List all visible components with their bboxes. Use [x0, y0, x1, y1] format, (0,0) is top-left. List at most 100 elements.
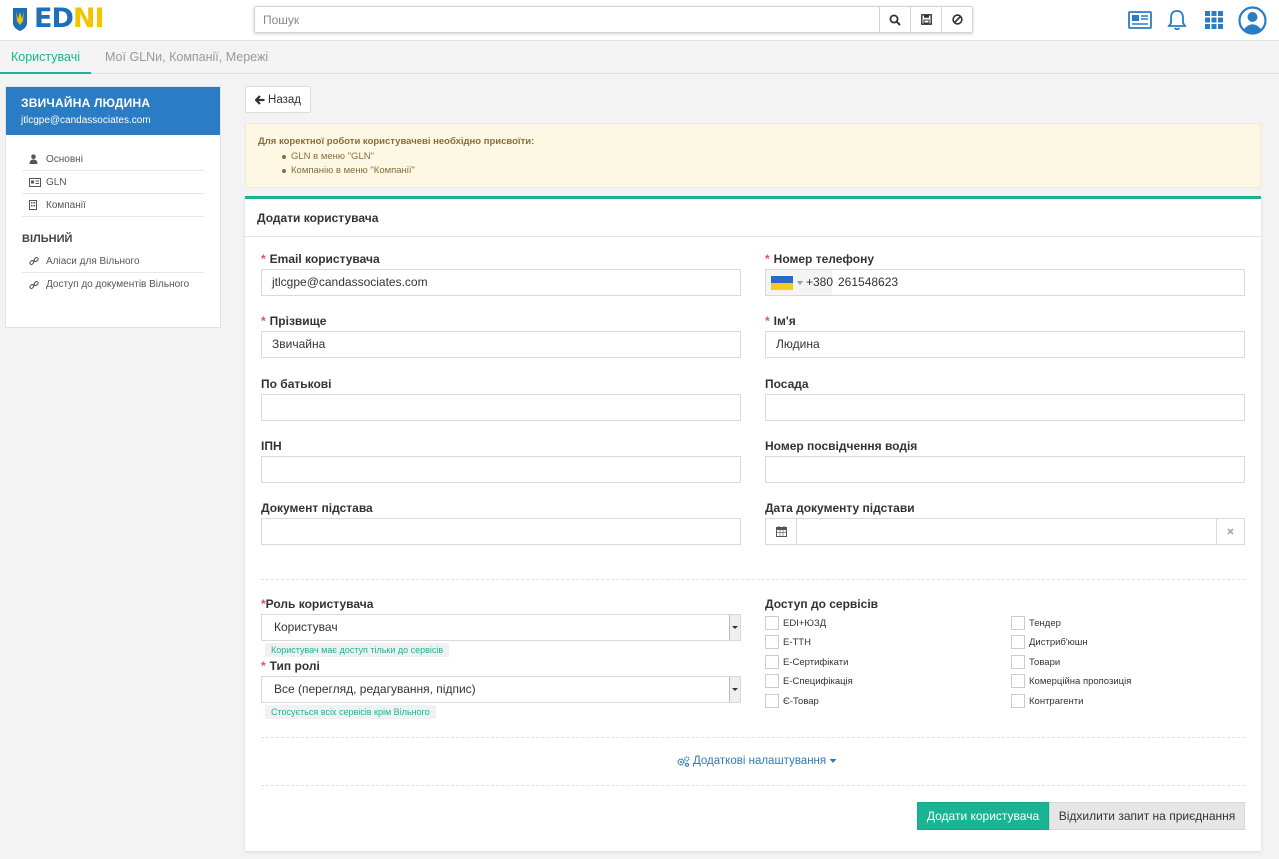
- checkbox[interactable]: [765, 694, 779, 708]
- service-checkbox-goods[interactable]: Товари: [1011, 655, 1060, 669]
- phone-field[interactable]: +380 261548623: [765, 269, 1245, 296]
- user-icon: [29, 154, 43, 164]
- service-label: Е-Сертифікати: [783, 656, 849, 668]
- sidebar-item-label: Основні: [46, 153, 83, 165]
- sidebar-menu: Основні GLN Компанії: [22, 148, 204, 217]
- gears-icon: [677, 755, 690, 767]
- checkbox[interactable]: [765, 616, 779, 630]
- caret-down-icon: [829, 759, 837, 763]
- edin-logo[interactable]: EDNI: [10, 3, 105, 34]
- service-label: Контрагенти: [1029, 695, 1084, 707]
- search-input[interactable]: [255, 7, 879, 32]
- service-label: Дистриб'юшн: [1029, 636, 1088, 648]
- phone-prefix: +380: [806, 275, 834, 289]
- patronymic-label: По батькові: [261, 377, 332, 391]
- first-name-label: * Ім'я: [765, 314, 796, 328]
- patronymic-field[interactable]: [261, 394, 741, 421]
- service-checkbox-certificates[interactable]: Е-Сертифікати: [765, 655, 848, 669]
- sidebar-item-gln[interactable]: GLN: [22, 171, 204, 194]
- service-label: Товари: [1029, 656, 1061, 668]
- section-divider: [261, 737, 1245, 738]
- ban-icon: [951, 14, 963, 25]
- role-hint: Користувач має доступ тільки до сервісів: [265, 643, 450, 657]
- panel-title: Додати користувача: [245, 199, 1261, 237]
- chevron-down-icon: [729, 677, 740, 702]
- role-type-select[interactable]: Все (перегляд, редагування, підпис): [261, 676, 741, 703]
- notifications-button[interactable]: [1165, 8, 1189, 32]
- service-checkbox-etovar[interactable]: Є-Товар: [765, 694, 819, 708]
- clear-search-button[interactable]: [941, 7, 972, 32]
- sidebar-item-label: Аліаси для Вільного: [46, 255, 140, 267]
- news-button[interactable]: [1128, 8, 1152, 32]
- email-field[interactable]: jtlcgpe@candassociates.com: [261, 269, 741, 296]
- position-label: Посада: [765, 377, 809, 391]
- basis-doc-field[interactable]: [261, 518, 741, 545]
- checkbox[interactable]: [1011, 694, 1025, 708]
- checkbox[interactable]: [765, 655, 779, 669]
- service-label: Е-ТТН: [783, 636, 811, 648]
- ukraine-flag-icon: [771, 276, 793, 290]
- tab-users[interactable]: Користувачі: [0, 41, 92, 74]
- services-label: Доступ до сервісів: [765, 597, 879, 611]
- service-checkbox-distribution[interactable]: Дистриб'юшн: [1011, 635, 1088, 649]
- last-name-field[interactable]: Звичайна: [261, 331, 741, 358]
- search-button[interactable]: [879, 7, 910, 32]
- checkbox[interactable]: [765, 635, 779, 649]
- service-label: Є-Товар: [783, 695, 819, 707]
- sidebar-item-label: Компанії: [46, 199, 86, 211]
- service-checkbox-commercial-offer[interactable]: Комерційна пропозиція: [1011, 674, 1131, 688]
- tabs-bar: Користувачі Мої GLNи, Компанії, Мережі: [0, 41, 1279, 74]
- service-checkbox-tender[interactable]: Тендер: [1011, 616, 1061, 630]
- service-checkbox-ettn[interactable]: Е-ТТН: [765, 635, 811, 649]
- role-select-value: Користувач: [274, 620, 338, 634]
- checkbox[interactable]: [1011, 674, 1025, 688]
- extra-settings-toggle[interactable]: Додаткові налаштування: [677, 755, 837, 767]
- checkbox[interactable]: [1011, 655, 1025, 669]
- apps-button[interactable]: [1202, 8, 1226, 32]
- sidebar-item-main[interactable]: Основні: [22, 148, 204, 171]
- role-select[interactable]: Користувач: [261, 614, 741, 641]
- driver-license-field[interactable]: [765, 456, 1245, 483]
- sidebar-item-companies[interactable]: Компанії: [22, 194, 204, 217]
- save-search-button[interactable]: [910, 7, 941, 32]
- bell-icon: [1167, 10, 1187, 31]
- add-user-button[interactable]: Додати користувача: [917, 802, 1049, 830]
- reject-request-button[interactable]: Відхилити запит на приєднання: [1049, 802, 1245, 830]
- calendar-button[interactable]: [766, 519, 797, 544]
- position-field[interactable]: [765, 394, 1245, 421]
- tax-id-field[interactable]: [261, 456, 741, 483]
- basis-date-field[interactable]: [765, 518, 1245, 545]
- warning-list: GLN в меню "GLN" Компанію в меню "Компан…: [282, 150, 1248, 178]
- checkbox[interactable]: [1011, 635, 1025, 649]
- country-selector[interactable]: +380: [766, 270, 834, 295]
- sidebar-item-label: GLN: [46, 176, 67, 188]
- trident-icon: [13, 8, 27, 31]
- checkbox[interactable]: [765, 674, 779, 688]
- basis-doc-label: Документ підстава: [261, 501, 373, 515]
- logo-wordmark: EDNI: [34, 3, 105, 34]
- service-checkbox-specification[interactable]: Е-Специфікація: [765, 674, 853, 688]
- sidebar-item-aliases[interactable]: Аліаси для Вільного: [22, 250, 204, 273]
- clear-date-button[interactable]: [1216, 519, 1244, 544]
- first-name-field[interactable]: Людина: [765, 331, 1245, 358]
- checkbox[interactable]: [1011, 616, 1025, 630]
- link-icon: [29, 256, 43, 266]
- tax-id-label: ІПН: [261, 439, 282, 453]
- sidebar-item-doc-access[interactable]: Доступ до документів Вільного: [22, 273, 204, 296]
- back-button[interactable]: Назад: [245, 86, 311, 113]
- service-checkbox-counterparties[interactable]: Контрагенти: [1011, 694, 1083, 708]
- close-icon: [1227, 528, 1234, 535]
- section-divider: [261, 785, 1245, 786]
- service-checkbox-edi[interactable]: EDI+ЮЗД: [765, 616, 826, 630]
- last-name-label: * Прізвище: [261, 314, 327, 328]
- tab-gln-companies[interactable]: Мої GLNи, Компанії, Мережі: [94, 41, 279, 74]
- warning-title: Для коректної роботи користувачеві необх…: [258, 136, 535, 147]
- extra-settings-label: Додаткові налаштування: [693, 755, 827, 767]
- user-menu-button[interactable]: [1237, 5, 1267, 35]
- warning-item: Компанію в меню "Компанії": [282, 164, 1248, 178]
- chevron-down-icon: [729, 615, 740, 640]
- sidebar-user-name: ЗВИЧАЙНА ЛЮДИНА: [21, 96, 151, 110]
- service-label: Тендер: [1029, 617, 1061, 629]
- warning-alert: Для коректної роботи користувачеві необх…: [245, 123, 1261, 188]
- user-avatar-icon: [1237, 5, 1267, 35]
